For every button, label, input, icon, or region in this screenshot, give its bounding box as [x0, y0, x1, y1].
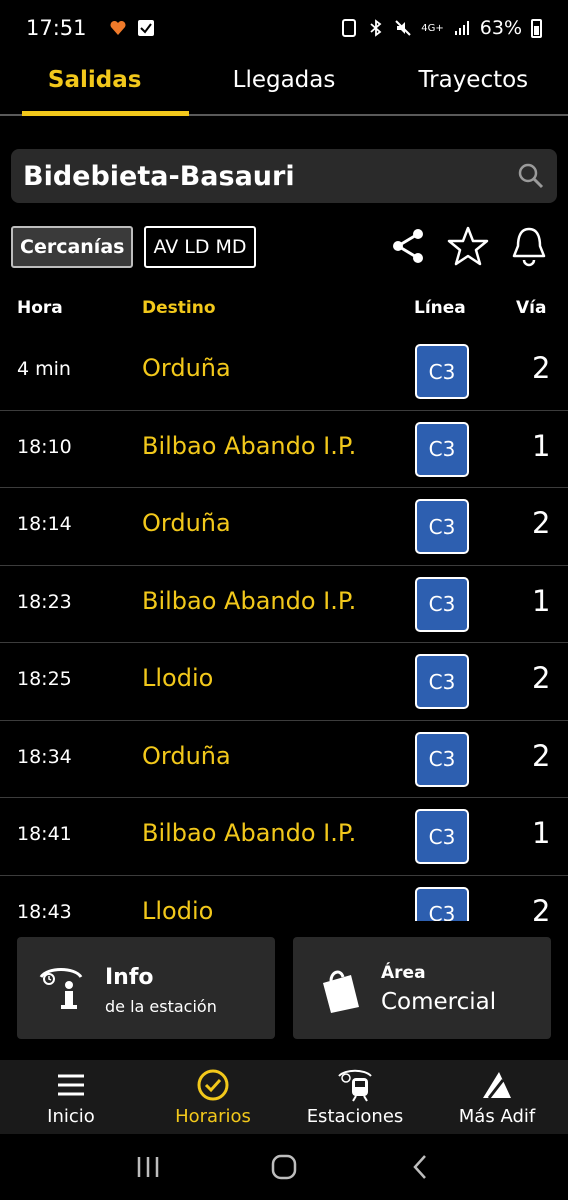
filter-av-ld-md[interactable]: AV LD MD: [144, 226, 256, 268]
adif-logo-icon: [483, 1071, 511, 1099]
station-actions: [388, 224, 550, 268]
service-filters: Cercanías AV LD MD: [11, 226, 256, 268]
battery-icon: [531, 18, 542, 38]
header-hora: Hora: [17, 298, 63, 318]
card-title: Área: [381, 963, 426, 983]
platform: 2: [532, 506, 551, 540]
nav-label: Más Adif: [458, 1105, 536, 1127]
filter-cercanias[interactable]: Cercanías: [11, 226, 134, 268]
table-row[interactable]: 18:41 Bilbao Abando I.P. C3 1: [0, 798, 568, 876]
destination: Bilbao Abando I.P.: [142, 431, 357, 460]
line-badge: C3: [415, 809, 469, 864]
station-info-card[interactable]: Info de la estación: [17, 937, 275, 1039]
search-icon[interactable]: [517, 162, 545, 190]
shopping-bag-icon: [323, 970, 359, 1013]
check-notification-icon: [137, 20, 154, 36]
departures-list[interactable]: 4 min Orduña C3 2 18:10 Bilbao Abando I.…: [0, 333, 568, 921]
station-icon: [338, 1069, 372, 1102]
nav-estaciones[interactable]: Estaciones: [284, 1060, 426, 1134]
departures-header: Hora Destino Línea Vía: [0, 296, 568, 324]
share-icon[interactable]: [388, 224, 428, 268]
bluetooth-icon: [370, 19, 382, 37]
nav-label: Inicio: [47, 1105, 95, 1127]
destination: Orduña: [142, 354, 231, 382]
departure-time: 18:34: [17, 745, 72, 768]
platform: 1: [532, 816, 551, 850]
table-row[interactable]: 4 min Orduña C3 2: [0, 333, 568, 411]
header-destino: Destino: [142, 298, 216, 318]
header-linea: Línea: [414, 298, 466, 318]
nav-horarios[interactable]: Horarios: [142, 1060, 284, 1134]
tab-salidas[interactable]: Salidas: [0, 56, 190, 116]
card-subtitle: Comercial: [381, 989, 497, 1015]
status-time: 17:51: [26, 16, 87, 40]
destination: Bilbao Abando I.P.: [142, 819, 357, 847]
platform: 2: [532, 738, 551, 773]
bell-icon[interactable]: [508, 224, 550, 268]
line-badge: C3: [415, 731, 469, 787]
card-title: Info: [105, 965, 154, 990]
table-row[interactable]: 18:34 Orduña C3 2: [0, 721, 568, 798]
info-desk-icon: [39, 968, 83, 1009]
card-subtitle: de la estación: [105, 997, 217, 1016]
nav-inicio[interactable]: Inicio: [0, 1060, 142, 1134]
home-icon[interactable]: [269, 1152, 299, 1182]
line-badge: C3: [415, 576, 469, 632]
battery-percent: 63%: [479, 17, 522, 39]
line-badge: C3: [415, 344, 469, 399]
tab-llegadas[interactable]: Llegadas: [189, 56, 378, 114]
status-bar: 17:51 4G+ 63%: [0, 0, 568, 56]
menu-icon: [58, 1074, 84, 1095]
signal-icon: [454, 21, 469, 35]
mute-icon: [395, 20, 411, 36]
line-badge: C3: [415, 654, 469, 709]
network-label: 4G+: [421, 22, 444, 34]
star-icon[interactable]: [446, 224, 490, 268]
platform: 2: [532, 893, 551, 922]
heart-notification-icon: [110, 20, 126, 35]
table-row[interactable]: 18:43 Llodio C3 2: [0, 876, 568, 922]
nav-label: Estaciones: [306, 1105, 404, 1127]
departure-time: 4 min: [17, 358, 71, 380]
platform: 2: [532, 661, 551, 695]
destination: Llodio: [142, 664, 214, 692]
clock-icon: [197, 1069, 229, 1100]
system-navigation: [0, 1134, 568, 1200]
station-search[interactable]: Bidebieta-Basauri: [11, 149, 557, 203]
line-badge: C3: [415, 499, 469, 554]
back-icon[interactable]: [405, 1152, 435, 1182]
table-row[interactable]: 18:25 Llodio C3 2: [0, 643, 568, 721]
destination: Orduña: [142, 509, 231, 537]
destination: Orduña: [142, 741, 231, 770]
platform: 1: [532, 428, 551, 463]
recent-apps-icon[interactable]: [133, 1152, 163, 1182]
nav-label: Horarios: [175, 1105, 251, 1127]
departure-time: 18:43: [17, 900, 72, 922]
sim-icon: [342, 19, 357, 37]
departure-time: 18:41: [17, 823, 72, 845]
destination: Bilbao Abando I.P.: [142, 586, 357, 615]
departure-time: 18:10: [17, 435, 72, 458]
nav-mas-adif[interactable]: Más Adif: [426, 1060, 568, 1134]
platform: 1: [532, 583, 551, 618]
departure-time: 18:14: [17, 513, 72, 535]
bottom-navigation: Inicio Horarios Estaciones Más Adif: [0, 1060, 568, 1134]
line-badge: C3: [415, 421, 469, 477]
platform: 2: [532, 351, 551, 385]
table-row[interactable]: 18:23 Bilbao Abando I.P. C3 1: [0, 566, 568, 643]
station-name: Bidebieta-Basauri: [23, 160, 295, 192]
commercial-area-card[interactable]: Área Comercial: [293, 937, 551, 1039]
destination: Llodio: [142, 896, 214, 922]
tab-trayectos[interactable]: Trayectos: [379, 56, 568, 114]
departure-time: 18:23: [17, 590, 72, 613]
line-badge: C3: [415, 886, 469, 921]
top-tabs: Salidas Llegadas Trayectos: [0, 56, 568, 116]
table-row[interactable]: 18:10 Bilbao Abando I.P. C3 1: [0, 411, 568, 488]
info-cards: Info de la estación Área Comercial: [17, 937, 551, 1039]
table-row[interactable]: 18:14 Orduña C3 2: [0, 488, 568, 566]
departure-time: 18:25: [17, 668, 72, 690]
header-via: Vía: [516, 298, 547, 318]
